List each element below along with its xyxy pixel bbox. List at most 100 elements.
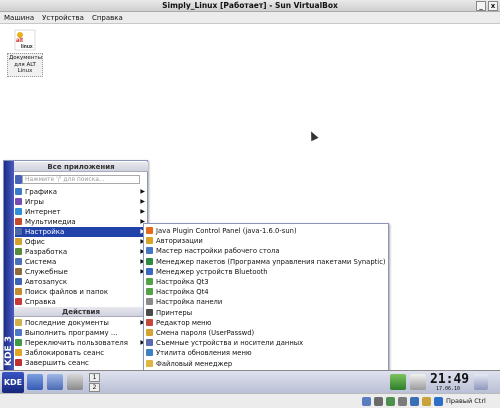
desktop-pager-1[interactable]: 1 bbox=[89, 373, 100, 382]
submenu-item-label: Утилита обновления меню bbox=[156, 349, 252, 358]
submenu-item-icon bbox=[146, 298, 153, 306]
submenu-item[interactable]: Файловый менеджер bbox=[146, 359, 386, 369]
category-icon bbox=[15, 188, 22, 195]
mouse-pointer-icon bbox=[307, 129, 319, 142]
category-item[interactable]: Графика ▶ bbox=[15, 187, 148, 197]
search-icon bbox=[15, 175, 22, 184]
category-icon bbox=[15, 198, 22, 205]
category-icon bbox=[15, 298, 22, 305]
submenu-item-label: Менеджер пакетов (Программа управления п… bbox=[156, 257, 386, 266]
menu-devices[interactable]: Устройства bbox=[38, 12, 88, 24]
kde-menu-button[interactable]: KDE bbox=[2, 372, 24, 393]
category-label: Графика bbox=[25, 188, 58, 196]
window-list-icon[interactable] bbox=[474, 374, 488, 390]
browser-icon[interactable] bbox=[47, 374, 63, 390]
mouse-integration-icon[interactable] bbox=[434, 397, 443, 406]
menu-help[interactable]: Справка bbox=[88, 12, 127, 24]
submenu-item[interactable]: Съемные устройства и носители данных bbox=[146, 338, 386, 348]
category-item[interactable]: Офис▶ bbox=[15, 237, 148, 247]
submenu-item[interactable]: Авторизации bbox=[146, 236, 386, 246]
clock[interactable]: 21:49 17.06.10 bbox=[430, 372, 470, 392]
category-icon bbox=[15, 228, 22, 235]
terminal-icon[interactable] bbox=[67, 374, 83, 390]
category-icon bbox=[15, 278, 22, 285]
category-item[interactable]: Игры ▶ bbox=[15, 197, 148, 207]
category-item[interactable]: Интернет ▶ bbox=[15, 207, 148, 217]
category-label: Офис bbox=[25, 238, 45, 246]
category-label: Игры bbox=[25, 198, 44, 206]
hdd-icon[interactable] bbox=[362, 397, 371, 406]
action-label: Завершить сеанс bbox=[25, 359, 89, 367]
action-item[interactable]: Последние документы▶ bbox=[15, 318, 148, 328]
category-item[interactable]: Автозапуск bbox=[15, 277, 148, 287]
action-icon bbox=[15, 349, 22, 356]
action-item[interactable]: Завершить сеанс bbox=[15, 358, 148, 368]
submenu-item-icon bbox=[146, 278, 153, 285]
desktop-icon-caption: Документы для ALT Linux bbox=[7, 53, 43, 77]
close-button[interactable]: x bbox=[488, 1, 498, 11]
submenu-item[interactable]: Настройка Qt3 bbox=[146, 277, 386, 287]
submenu-item-icon bbox=[146, 288, 153, 296]
action-icon bbox=[15, 319, 22, 326]
action-label: Заблокировать сеанс bbox=[25, 349, 105, 357]
alt-linux-logo-icon: alt linux bbox=[14, 29, 36, 51]
submenu-item-label: Мастер настройки рабочего стола bbox=[156, 247, 280, 256]
virtualization-icon[interactable] bbox=[422, 397, 431, 406]
category-item[interactable]: Поиск файлов и папок bbox=[15, 287, 148, 297]
submenu-item-label: Java Plugin Control Panel (java-1.6.0-su… bbox=[156, 227, 297, 235]
submenu-item[interactable]: Принтеры bbox=[146, 308, 386, 318]
action-icon bbox=[15, 359, 22, 366]
kde-side-strip: KDE 3 bbox=[4, 161, 14, 372]
submenu-item-label: Файловый менеджер bbox=[156, 359, 233, 368]
action-item[interactable]: Заблокировать сеанс bbox=[15, 348, 148, 358]
clipboard-icon[interactable] bbox=[410, 374, 426, 390]
category-icon bbox=[15, 258, 22, 265]
shared-folders-icon[interactable] bbox=[410, 397, 419, 406]
submenu-item-label: Настройка Qt4 bbox=[156, 288, 209, 297]
desktop-icon-alt-docs[interactable]: alt linux Документы для ALT Linux bbox=[7, 29, 43, 77]
submenu-item[interactable]: Утилита обновления меню bbox=[146, 348, 386, 358]
actions-header: Действия bbox=[14, 307, 148, 317]
settings-submenu: Java Plugin Control Panel (java-1.6.0-su… bbox=[143, 223, 389, 389]
submenu-item[interactable]: Java Plugin Control Panel (java-1.6.0-su… bbox=[146, 226, 386, 236]
category-item[interactable]: Настройка▶ bbox=[15, 227, 148, 237]
submenu-item[interactable]: Менеджер пакетов (Программа управления п… bbox=[146, 257, 386, 267]
submenu-arrow-icon: ▶ bbox=[140, 198, 145, 205]
minimize-button[interactable]: _ bbox=[476, 1, 486, 11]
category-icon bbox=[15, 238, 22, 245]
action-label: Последние документы bbox=[25, 319, 109, 327]
submenu-item[interactable]: Смена пароля (UserPasswd) bbox=[146, 328, 386, 338]
submenu-item-icon bbox=[146, 267, 153, 275]
action-item[interactable]: Выполнить программу ... bbox=[15, 328, 148, 338]
network-icon[interactable] bbox=[390, 374, 406, 390]
category-item[interactable]: Разработка▶ bbox=[15, 247, 148, 257]
svg-text:linux: linux bbox=[21, 44, 33, 50]
desktop-pager-2[interactable]: 2 bbox=[89, 383, 100, 392]
search-input[interactable]: Нажмите '/' для поиска... bbox=[22, 175, 140, 184]
submenu-item-icon bbox=[146, 359, 153, 367]
action-label: Выполнить программу ... bbox=[25, 329, 118, 337]
submenu-item[interactable]: Редактор меню bbox=[146, 318, 386, 328]
network-status-icon[interactable] bbox=[386, 397, 395, 406]
home-folder-icon[interactable] bbox=[27, 374, 43, 390]
submenu-item-label: Смена пароля (UserPasswd) bbox=[156, 329, 255, 337]
submenu-item[interactable]: Настройка панели bbox=[146, 297, 386, 307]
action-item[interactable]: Переключить пользователя▶ bbox=[15, 338, 148, 348]
category-item[interactable]: Справка bbox=[15, 297, 148, 307]
usb-icon[interactable] bbox=[398, 397, 407, 406]
submenu-item-icon bbox=[146, 257, 153, 265]
category-item[interactable]: Система▶ bbox=[15, 257, 148, 267]
submenu-item-icon bbox=[146, 318, 153, 326]
menu-machine[interactable]: Машина bbox=[0, 12, 38, 24]
category-item[interactable]: Служебные▶ bbox=[15, 267, 148, 277]
submenu-item[interactable]: Мастер настройки рабочего стола bbox=[146, 246, 386, 256]
submenu-item[interactable]: Менеджер устройств Bluetooth bbox=[146, 267, 386, 277]
submenu-item[interactable]: Настройка Qt4 bbox=[146, 287, 386, 297]
submenu-item-icon bbox=[146, 308, 153, 316]
category-item[interactable]: Мультимедиа ▶ bbox=[15, 217, 148, 227]
cdrom-icon[interactable] bbox=[374, 397, 383, 406]
category-icon bbox=[15, 288, 22, 295]
category-icon bbox=[15, 248, 22, 255]
clock-time: 21:49 bbox=[430, 372, 470, 387]
category-label: Интернет bbox=[25, 208, 61, 216]
